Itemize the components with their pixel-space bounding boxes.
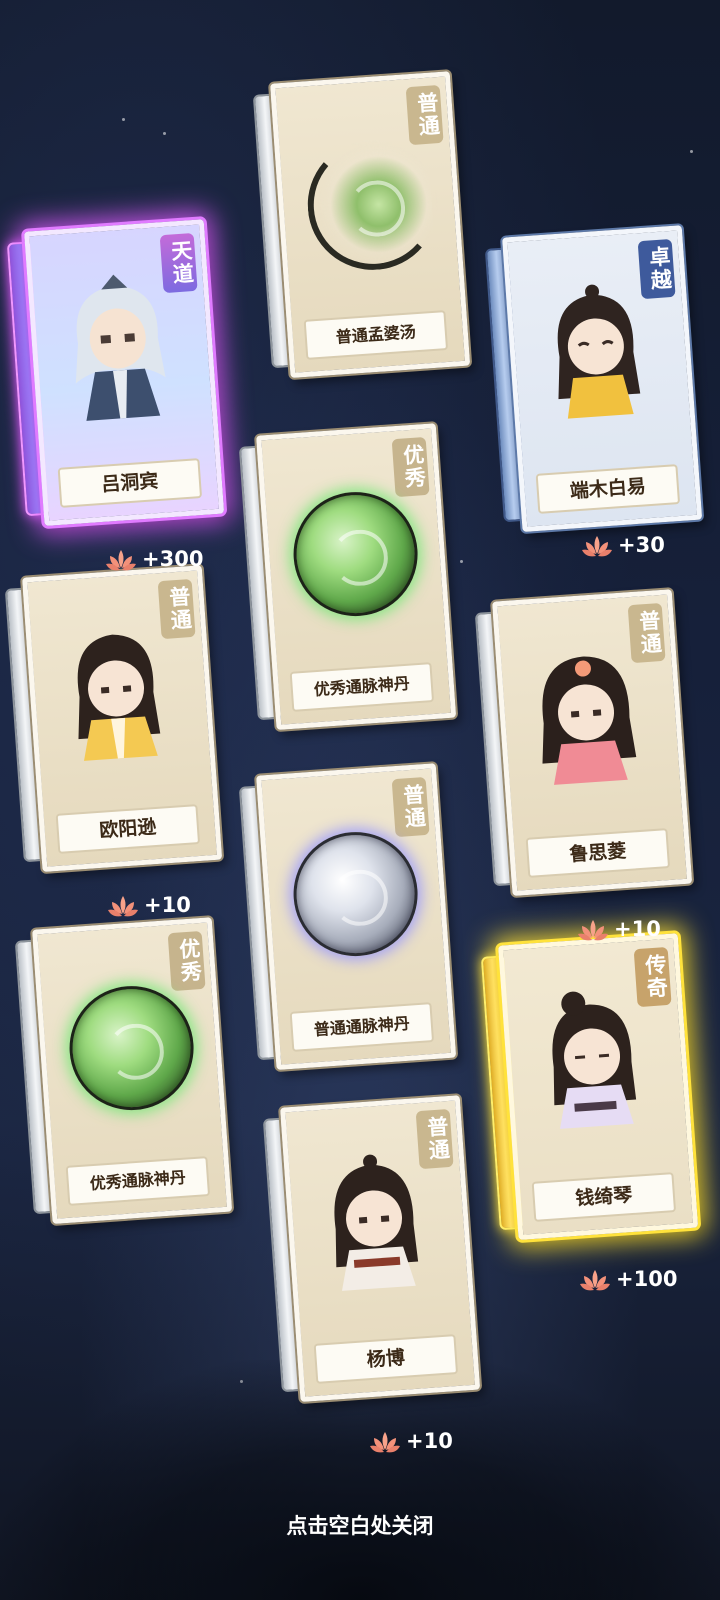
scroll-paper: 普通 鲁思菱 <box>492 589 693 897</box>
card-name: 普通通脉神丹 <box>289 1002 435 1052</box>
card-lv-dongbin[interactable]: 天道 吕洞宾 <box>6 219 225 527</box>
character-portrait <box>557 284 641 419</box>
scroll-paper: 普通 杨博 <box>280 1095 481 1403</box>
reward-value: +10 <box>614 917 661 941</box>
card-mengpo-soup[interactable]: 普通 普通孟婆汤 <box>252 71 471 379</box>
card-name: 钱绮琴 <box>531 1172 677 1222</box>
scroll-paper: 卓越 端木白易 <box>502 225 703 533</box>
card-name: 鲁思菱 <box>525 828 671 878</box>
reward-value: +300 <box>142 547 204 571</box>
card-name: 普通孟婆汤 <box>303 310 449 360</box>
grey-pill-orb-icon <box>289 827 422 961</box>
reward-qian-qiqin: +100 <box>578 1262 677 1296</box>
scroll-paper: 普通 欧阳逊 <box>22 565 223 873</box>
reward-yang-bo: +10 <box>368 1424 453 1458</box>
lotus-icon <box>108 896 138 917</box>
card-name: 吕洞宾 <box>57 458 203 508</box>
close-hint[interactable]: 点击空白处关闭 <box>0 1510 720 1540</box>
reward-ouyang: +10 <box>106 888 191 922</box>
reward-value: +100 <box>616 1267 678 1291</box>
green-pill-orb-icon <box>65 981 198 1115</box>
meng-po-soup-icon <box>303 135 443 275</box>
reward-value: +30 <box>618 533 665 557</box>
reward-lv-dongbin: +300 <box>104 542 203 576</box>
reward-value: +10 <box>144 893 191 917</box>
card-qian-qiqin[interactable]: 传奇 钱绮琴 <box>480 933 699 1241</box>
card-name: 欧阳逊 <box>55 804 201 854</box>
card-normal-pill[interactable]: 普通 普通通脉神丹 <box>238 763 457 1071</box>
reward-duanmu: +30 <box>580 528 665 562</box>
green-pill-orb-icon <box>289 487 422 621</box>
lotus-icon <box>578 920 608 941</box>
character-portrait <box>552 991 637 1129</box>
star-decoration <box>460 560 463 563</box>
rarity-badge: 优秀 <box>391 436 430 498</box>
card-lu-siling[interactable]: 普通 鲁思菱 <box>474 589 693 897</box>
card-name: 杨博 <box>313 1334 459 1384</box>
card-name: 优秀通脉神丹 <box>65 1156 211 1206</box>
card-yang-bo[interactable]: 普通 杨博 <box>262 1095 481 1403</box>
card-name: 端木白易 <box>535 464 681 514</box>
reward-value: +10 <box>406 1429 453 1453</box>
scroll-paper: 天道 吕洞宾 <box>24 219 225 527</box>
character-portrait <box>77 634 161 761</box>
star-decoration <box>690 150 693 153</box>
star-decoration <box>163 132 166 135</box>
rarity-badge: 优秀 <box>167 930 206 992</box>
star-decoration <box>122 118 125 121</box>
scroll-paper: 普通 普通孟婆汤 <box>270 71 471 379</box>
scroll-paper: 优秀 优秀通脉神丹 <box>32 917 233 1225</box>
character-portrait <box>334 1154 419 1291</box>
card-excellent-pill-1[interactable]: 优秀 优秀通脉神丹 <box>238 423 457 731</box>
scroll-paper: 优秀 优秀通脉神丹 <box>256 423 457 731</box>
card-name: 优秀通脉神丹 <box>289 662 435 712</box>
lotus-icon <box>106 550 136 571</box>
lotus-icon <box>580 1270 610 1291</box>
rarity-badge: 普通 <box>405 84 444 146</box>
lotus-icon <box>370 1432 400 1453</box>
rarity-badge: 普通 <box>391 776 430 838</box>
card-excellent-pill-2[interactable]: 优秀 优秀通脉神丹 <box>14 917 233 1225</box>
scroll-paper: 传奇 钱绮琴 <box>498 933 699 1241</box>
lotus-icon <box>582 536 612 557</box>
reward-lu-siling: +10 <box>576 912 661 946</box>
character-portrait <box>542 656 637 785</box>
card-ouyang-xun[interactable]: 普通 欧阳逊 <box>4 565 223 873</box>
scroll-paper: 普通 普通通脉神丹 <box>256 763 457 1071</box>
card-duanmu-baiyi[interactable]: 卓越 端木白易 <box>484 225 703 533</box>
character-portrait <box>75 274 166 421</box>
